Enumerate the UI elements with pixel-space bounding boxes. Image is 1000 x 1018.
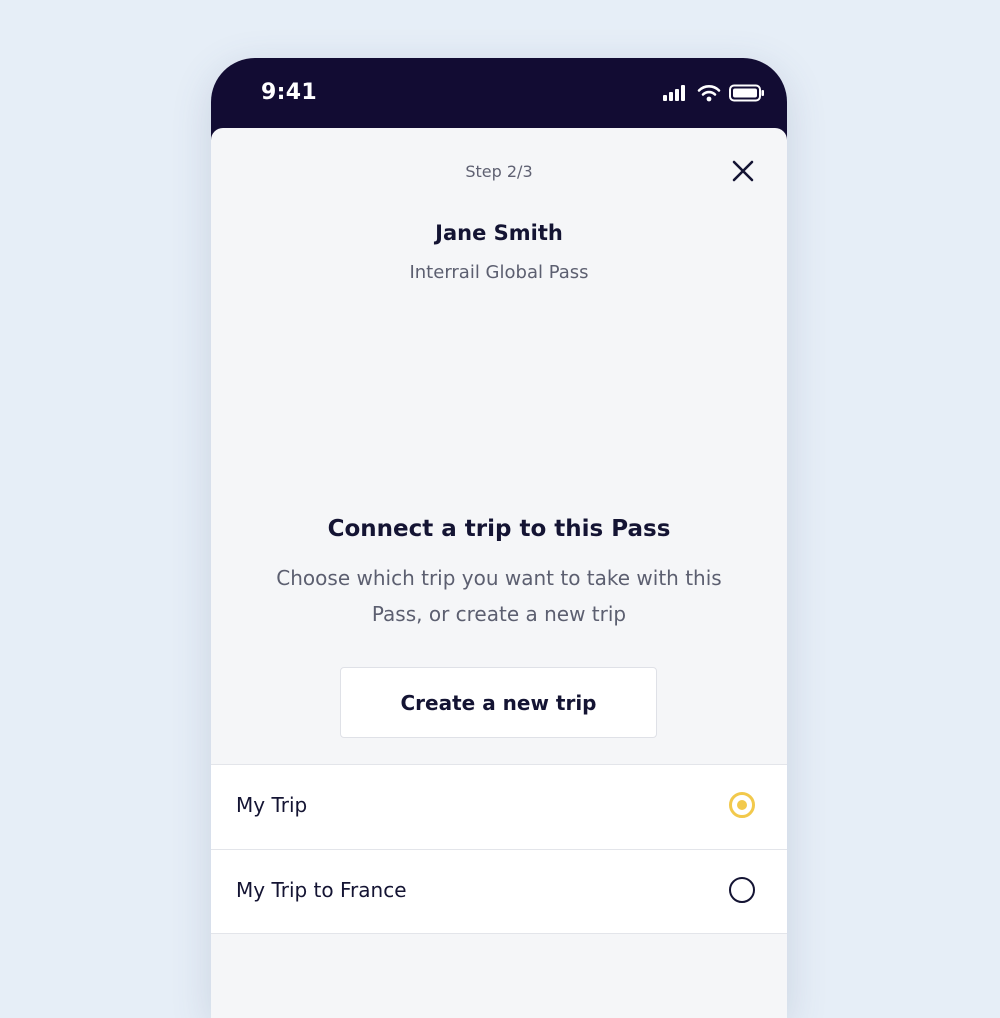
pass-name: Interrail Global Pass <box>409 262 589 283</box>
trip-label: My Trip <box>236 793 308 817</box>
wifi-icon <box>697 84 721 106</box>
trip-option-my-trip[interactable]: My Trip <box>211 764 787 849</box>
trip-list: My Trip My Trip to France <box>211 764 787 934</box>
close-button[interactable] <box>729 157 757 185</box>
close-icon[interactable] <box>729 157 757 185</box>
phone-frame: 9:41 Step 2/3 Jane Smith Interrail Globa… <box>211 58 787 1018</box>
cellular-signal-icon <box>663 85 689 105</box>
step-indicator: Step 2/3 <box>465 162 533 181</box>
radio-unselected-icon[interactable] <box>729 877 755 903</box>
trip-option-my-trip-to-france[interactable]: My Trip to France <box>211 849 787 934</box>
create-new-trip-button[interactable]: Create a new trip <box>340 667 657 738</box>
trip-label: My Trip to France <box>236 878 407 902</box>
modal-sheet: Step 2/3 Jane Smith Interrail Global Pas… <box>211 128 787 1018</box>
radio-dot <box>737 800 747 810</box>
section-title: Connect a trip to this Pass <box>327 516 671 542</box>
passenger-name: Jane Smith <box>435 221 563 245</box>
section-description: Choose which trip you want to take with … <box>276 566 722 626</box>
status-bar: 9:41 <box>211 58 787 128</box>
status-time: 9:41 <box>261 80 317 105</box>
status-icons <box>663 84 765 106</box>
battery-icon <box>729 84 765 106</box>
radio-selected-icon[interactable] <box>729 792 755 818</box>
